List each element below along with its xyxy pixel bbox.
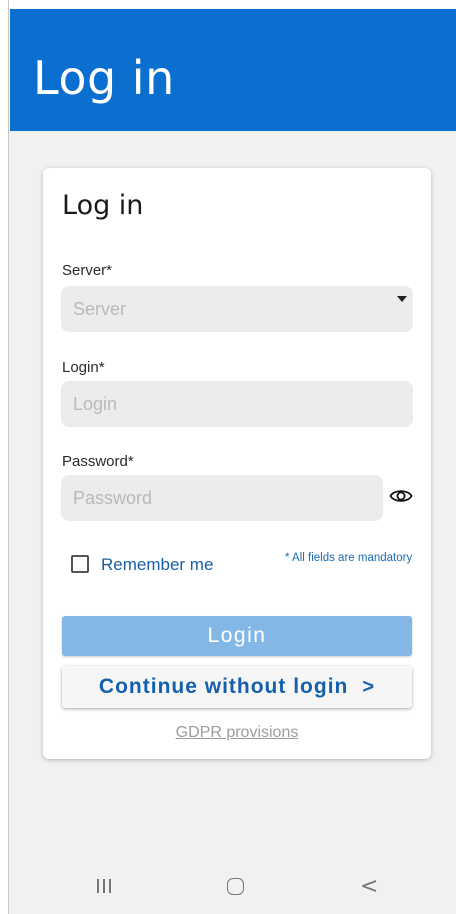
continue-button-label: Continue without login	[98, 675, 349, 698]
server-placeholder: Server	[73, 299, 127, 319]
remember-me-checkbox[interactable]	[71, 555, 89, 573]
recent-apps-icon[interactable]	[97, 879, 111, 893]
home-icon[interactable]	[227, 878, 244, 895]
login-placeholder: Login	[73, 394, 118, 414]
system-nav-bar: <	[10, 860, 456, 914]
show-password-eye-icon[interactable]	[389, 486, 413, 506]
left-edge	[0, 0, 9, 914]
login-input[interactable]: Login	[61, 381, 413, 427]
back-icon[interactable]: <	[360, 874, 378, 899]
card-title: Log in	[62, 190, 144, 221]
login-card: Log in Server* Server Login* Login Passw…	[43, 168, 431, 759]
server-select[interactable]: Server	[61, 286, 413, 332]
login-button[interactable]: Login	[62, 616, 412, 656]
app-header: Log in	[10, 9, 456, 131]
password-placeholder: Password	[73, 488, 153, 508]
dropdown-arrow-icon[interactable]	[397, 296, 407, 302]
chevron-right-icon: >	[362, 675, 376, 698]
gdpr-link[interactable]: GDPR provisions	[43, 724, 431, 742]
continue-without-login-button[interactable]: Continue without login >	[62, 666, 412, 708]
mandatory-note: * All fields are mandatory	[285, 552, 413, 564]
status-bar-area	[0, 0, 456, 9]
password-input[interactable]: Password	[61, 475, 383, 521]
login-label: Login*	[62, 359, 105, 376]
login-button-label: Login	[207, 624, 267, 647]
remember-me-label[interactable]: Remember me	[101, 555, 213, 575]
header-title: Log in	[33, 51, 175, 105]
password-label: Password*	[62, 453, 134, 470]
server-label: Server*	[62, 262, 113, 279]
